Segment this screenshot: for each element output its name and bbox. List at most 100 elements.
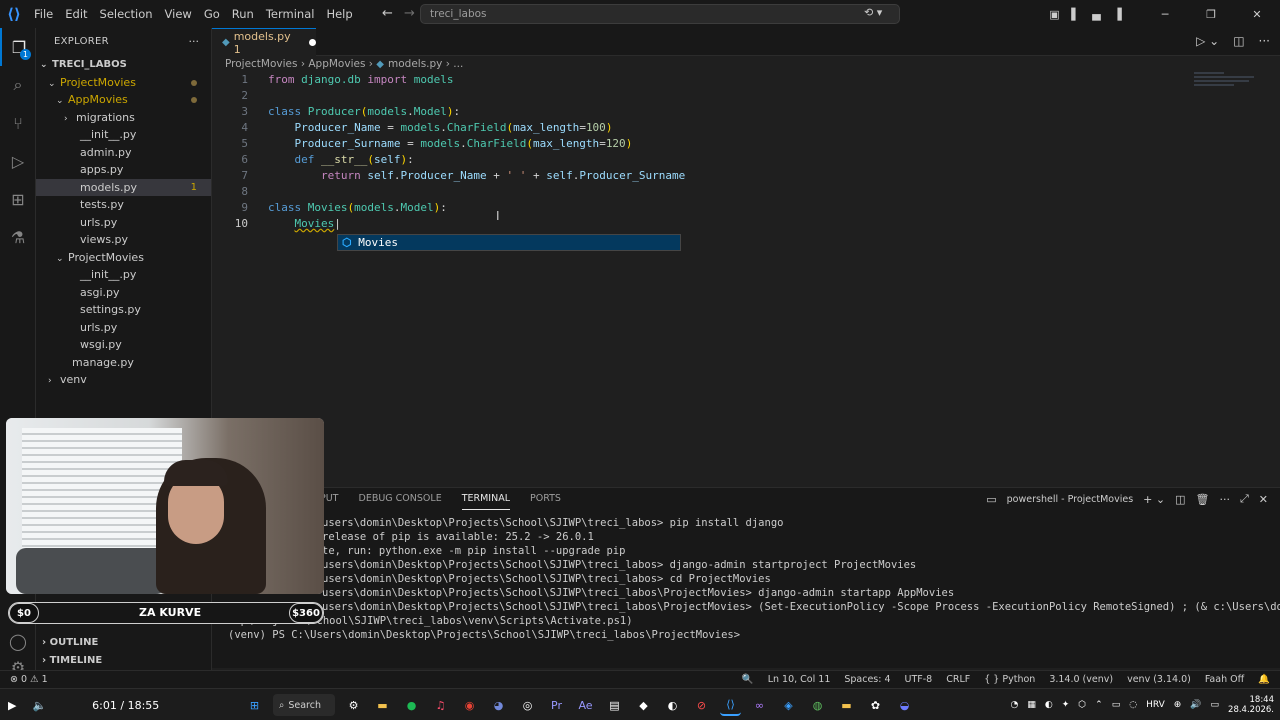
bell-icon[interactable]: 🔔 [1258, 671, 1270, 689]
minimap[interactable] [1194, 72, 1264, 92]
file-item[interactable]: asgi.py [36, 284, 211, 302]
folder-item[interactable]: › migrations [36, 109, 211, 127]
tab-terminal[interactable]: TERMINAL [461, 488, 511, 510]
extensions-icon[interactable]: ⊞ [0, 180, 36, 218]
breadcrumb-item[interactable]: ... [453, 58, 463, 70]
file-item[interactable]: urls.py [36, 319, 211, 337]
interpreter[interactable]: 3.14.0 (venv) [1049, 671, 1113, 689]
tray-icon[interactable]: ◌ [1129, 700, 1137, 710]
network-icon[interactable]: ⊕ [1174, 700, 1182, 710]
close-icon[interactable]: ✕ [1234, 8, 1280, 21]
menu-view[interactable]: View [159, 0, 198, 28]
file-item[interactable]: __init__.py [36, 126, 211, 144]
terminal-output[interactable]: users\domin\Desktop\Projects\School\SJIW… [212, 516, 1280, 642]
menu-selection[interactable]: Selection [94, 0, 159, 28]
menu-help[interactable]: Help [320, 0, 358, 28]
run-python-icon[interactable]: ▷ ⌄ [1196, 34, 1219, 48]
volume-icon[interactable]: 🔊 [1190, 700, 1201, 710]
encoding[interactable]: UTF-8 [905, 671, 933, 689]
toggle-sidebar-icon[interactable]: ▌ [1065, 8, 1086, 21]
copilot-icon[interactable]: ⟲ ▾ [864, 6, 882, 19]
tab-models-py[interactable]: ◆ models.py 1 [212, 28, 316, 56]
language-mode[interactable]: { } Python [984, 671, 1035, 689]
chatgpt-icon[interactable]: ✿ [865, 695, 886, 716]
workspace-root[interactable]: ⌄ TRECI_LABOS [36, 56, 211, 74]
file-item[interactable]: models.py 1 [36, 178, 211, 196]
app-icon[interactable]: ▤ [604, 695, 625, 716]
layout-icon[interactable]: ▣ [1044, 8, 1065, 21]
tray-icon[interactable]: ◐ [1045, 700, 1053, 710]
folder-icon[interactable]: ▬ [836, 695, 857, 716]
menu-file[interactable]: File [28, 0, 59, 28]
new-terminal-icon[interactable]: + ⌄ [1143, 493, 1165, 506]
cursor-position[interactable]: Ln 10, Col 11 [768, 671, 831, 689]
command-center-search[interactable]: treci_labos [420, 4, 900, 24]
keyboard-language[interactable]: HRV [1146, 700, 1165, 710]
taskbar-search[interactable]: ⌕ Search [273, 694, 335, 716]
tab-ports[interactable]: PORTS [530, 488, 561, 510]
discord-icon[interactable]: ◕ [488, 695, 509, 716]
back-arrow-icon[interactable]: ← [382, 6, 393, 21]
file-item[interactable]: __init__.py [36, 266, 211, 284]
folder-item[interactable]: ⌄ ProjectMovies [36, 249, 211, 267]
outline-header[interactable]: › OUTLINE [36, 634, 212, 652]
tray-icon[interactable]: ◔ [1011, 700, 1019, 710]
breadcrumb-item[interactable]: AppMovies [308, 58, 365, 70]
unity-icon[interactable]: ◆ [633, 695, 654, 716]
breadcrumb-item[interactable]: ProjectMovies [225, 58, 297, 70]
folder-item[interactable]: ⌄ AppMovies [36, 91, 211, 109]
windows-start-icon[interactable]: ⊞ [244, 695, 265, 716]
premiere-icon[interactable]: Pr [546, 695, 567, 716]
maximize-panel-icon[interactable]: ⤢ [1240, 492, 1249, 506]
testing-icon[interactable]: ⚗ [0, 218, 36, 256]
music-icon[interactable]: ♫ [430, 695, 451, 716]
clock[interactable]: 18:44 28.4.2026. [1228, 695, 1274, 715]
file-item[interactable]: admin.py [36, 144, 211, 162]
settings-icon[interactable]: ⚙ [343, 695, 364, 716]
file-item[interactable]: urls.py [36, 214, 211, 232]
minimize-icon[interactable]: ─ [1142, 8, 1188, 21]
tab-debug-console[interactable]: DEBUG CONSOLE [359, 488, 442, 510]
end-of-line[interactable]: CRLF [946, 671, 970, 689]
source-control-icon[interactable]: ⑂ [0, 104, 36, 142]
menu-run[interactable]: Run [226, 0, 260, 28]
problems-status[interactable]: ⊗ 0 ⚠ 1 [10, 671, 48, 689]
extension-status[interactable]: Faah Off [1205, 671, 1244, 689]
more-actions-icon[interactable]: ··· [189, 28, 200, 56]
steam-icon[interactable]: ◐ [662, 695, 683, 716]
chrome-icon[interactable]: ◉ [459, 695, 480, 716]
terminal-shell-label[interactable]: powershell - ProjectMovies [1007, 494, 1134, 505]
vscode-taskbar-icon[interactable]: ⟨⟩ [720, 695, 741, 716]
menu-terminal[interactable]: Terminal [260, 0, 321, 28]
indentation[interactable]: Spaces: 4 [844, 671, 890, 689]
split-terminal-icon[interactable]: ◫ [1175, 493, 1185, 506]
more-icon[interactable]: ··· [1259, 34, 1270, 48]
file-item[interactable]: manage.py [36, 354, 211, 372]
file-item[interactable]: tests.py [36, 196, 211, 214]
menu-go[interactable]: Go [198, 0, 226, 28]
folder-item[interactable]: ⌄ ProjectMovies [36, 74, 211, 92]
tray-icon[interactable]: ▭ [1112, 700, 1121, 710]
run-debug-icon[interactable]: ▷ [0, 142, 36, 180]
suggestion-item[interactable]: ⬡ Movies [338, 235, 680, 250]
spotify-icon[interactable]: ● [401, 695, 422, 716]
app-icon[interactable]: ◍ [807, 695, 828, 716]
after-effects-icon[interactable]: Ae [575, 695, 596, 716]
file-item[interactable]: apps.py [36, 161, 211, 179]
timeline-header[interactable]: › TIMELINE [36, 652, 212, 670]
folder-item[interactable]: › venv [36, 371, 211, 389]
zoom-icon[interactable]: 🔍 [742, 671, 754, 689]
play-icon[interactable]: ▶ [8, 699, 16, 712]
explorer-icon[interactable]: ❐ 1 [0, 28, 36, 66]
file-item[interactable]: views.py [36, 231, 211, 249]
app-icon[interactable]: ◈ [778, 695, 799, 716]
close-panel-icon[interactable]: ✕ [1259, 493, 1268, 506]
visual-studio-icon[interactable]: ∞ [749, 695, 770, 716]
app-icon[interactable]: ◒ [894, 695, 915, 716]
toggle-secondary-sidebar-icon[interactable]: ▐ [1107, 8, 1128, 21]
tray-icon[interactable]: ▦ [1027, 700, 1036, 710]
app-icon[interactable]: ◎ [517, 695, 538, 716]
tray-icon[interactable]: ✦ [1062, 700, 1070, 710]
forward-arrow-icon[interactable]: → [404, 6, 415, 21]
more-icon[interactable]: ··· [1219, 493, 1230, 506]
